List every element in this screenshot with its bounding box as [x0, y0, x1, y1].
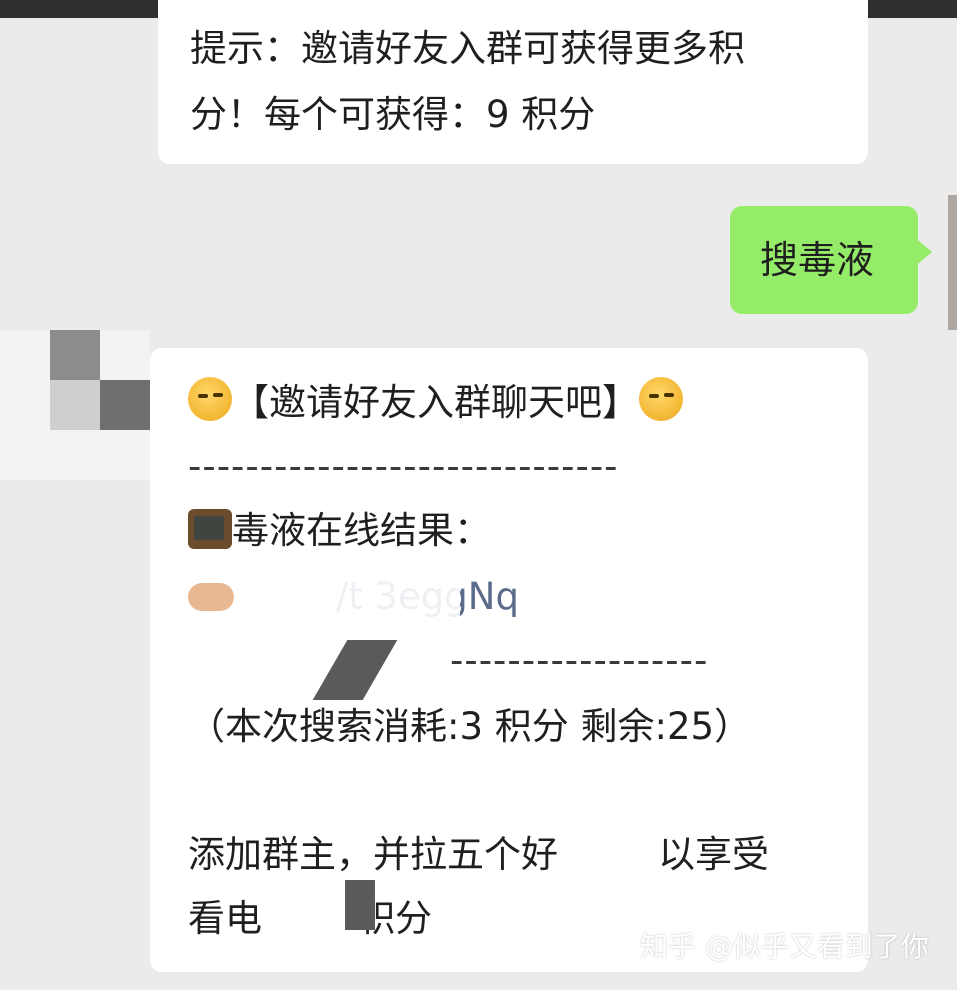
- result-title: 毒液在线结果：: [188, 500, 491, 562]
- pointing-hand-icon: [188, 583, 234, 611]
- message-text: 搜毒液: [760, 238, 875, 282]
- chat-screen: 提示：邀请好友入群可获得更多积 分！每个可获得：9 积分 搜毒液 【邀请好友入群…: [0, 0, 957, 990]
- thinking-face-icon: [188, 377, 232, 421]
- message-bubble-hint[interactable]: 提示：邀请好友入群可获得更多积 分！每个可获得：9 积分: [158, 0, 868, 164]
- avatar-pixel: [100, 380, 150, 430]
- invite-header: 【邀请好友入群聊天吧】: [188, 372, 683, 434]
- promo-line: 添加群主，并拉五个好 以享受: [188, 824, 769, 886]
- promo-line: 看电 积分: [188, 888, 432, 950]
- watermark: 知乎 @似乎又看到了你: [640, 930, 929, 963]
- invite-header-text: 【邀请好友入群聊天吧】: [232, 381, 639, 424]
- message-text: 分！每个可获得：9 积分: [190, 93, 596, 136]
- message-text: 提示：邀请好友入群可获得更多积: [190, 27, 745, 70]
- redaction-overlay: [345, 880, 375, 930]
- promo-text: 以享受: [658, 833, 769, 876]
- avatar-edge: [948, 195, 957, 330]
- bubble-tail: [918, 240, 932, 264]
- divider: ------------------: [450, 639, 709, 682]
- thinking-face-icon: [639, 377, 683, 421]
- message-bubble-result[interactable]: 【邀请好友入群聊天吧】 ----------------------------…: [150, 348, 868, 972]
- redaction-overlay: [240, 572, 460, 628]
- avatar-pixel: [50, 380, 100, 430]
- avatar-pixel: [50, 330, 100, 380]
- television-icon: [188, 509, 232, 549]
- promo-text: 看电: [188, 897, 262, 940]
- divider: ------------------------------: [188, 445, 619, 488]
- result-title-text: 毒液在线结果：: [232, 509, 491, 552]
- promo-text: 添加群主，并拉五个好: [188, 833, 558, 876]
- cost-line: （本次搜索消耗:3 积分 剩余:25）: [188, 705, 752, 748]
- message-bubble-sent[interactable]: 搜毒液: [730, 206, 918, 314]
